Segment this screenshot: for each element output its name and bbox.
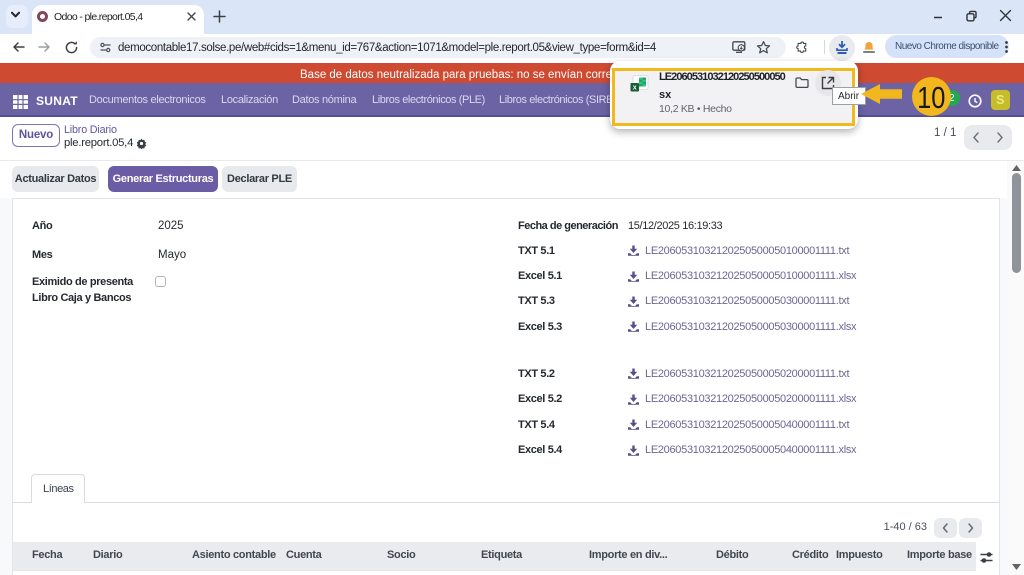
svg-text:x: x [633,85,637,92]
